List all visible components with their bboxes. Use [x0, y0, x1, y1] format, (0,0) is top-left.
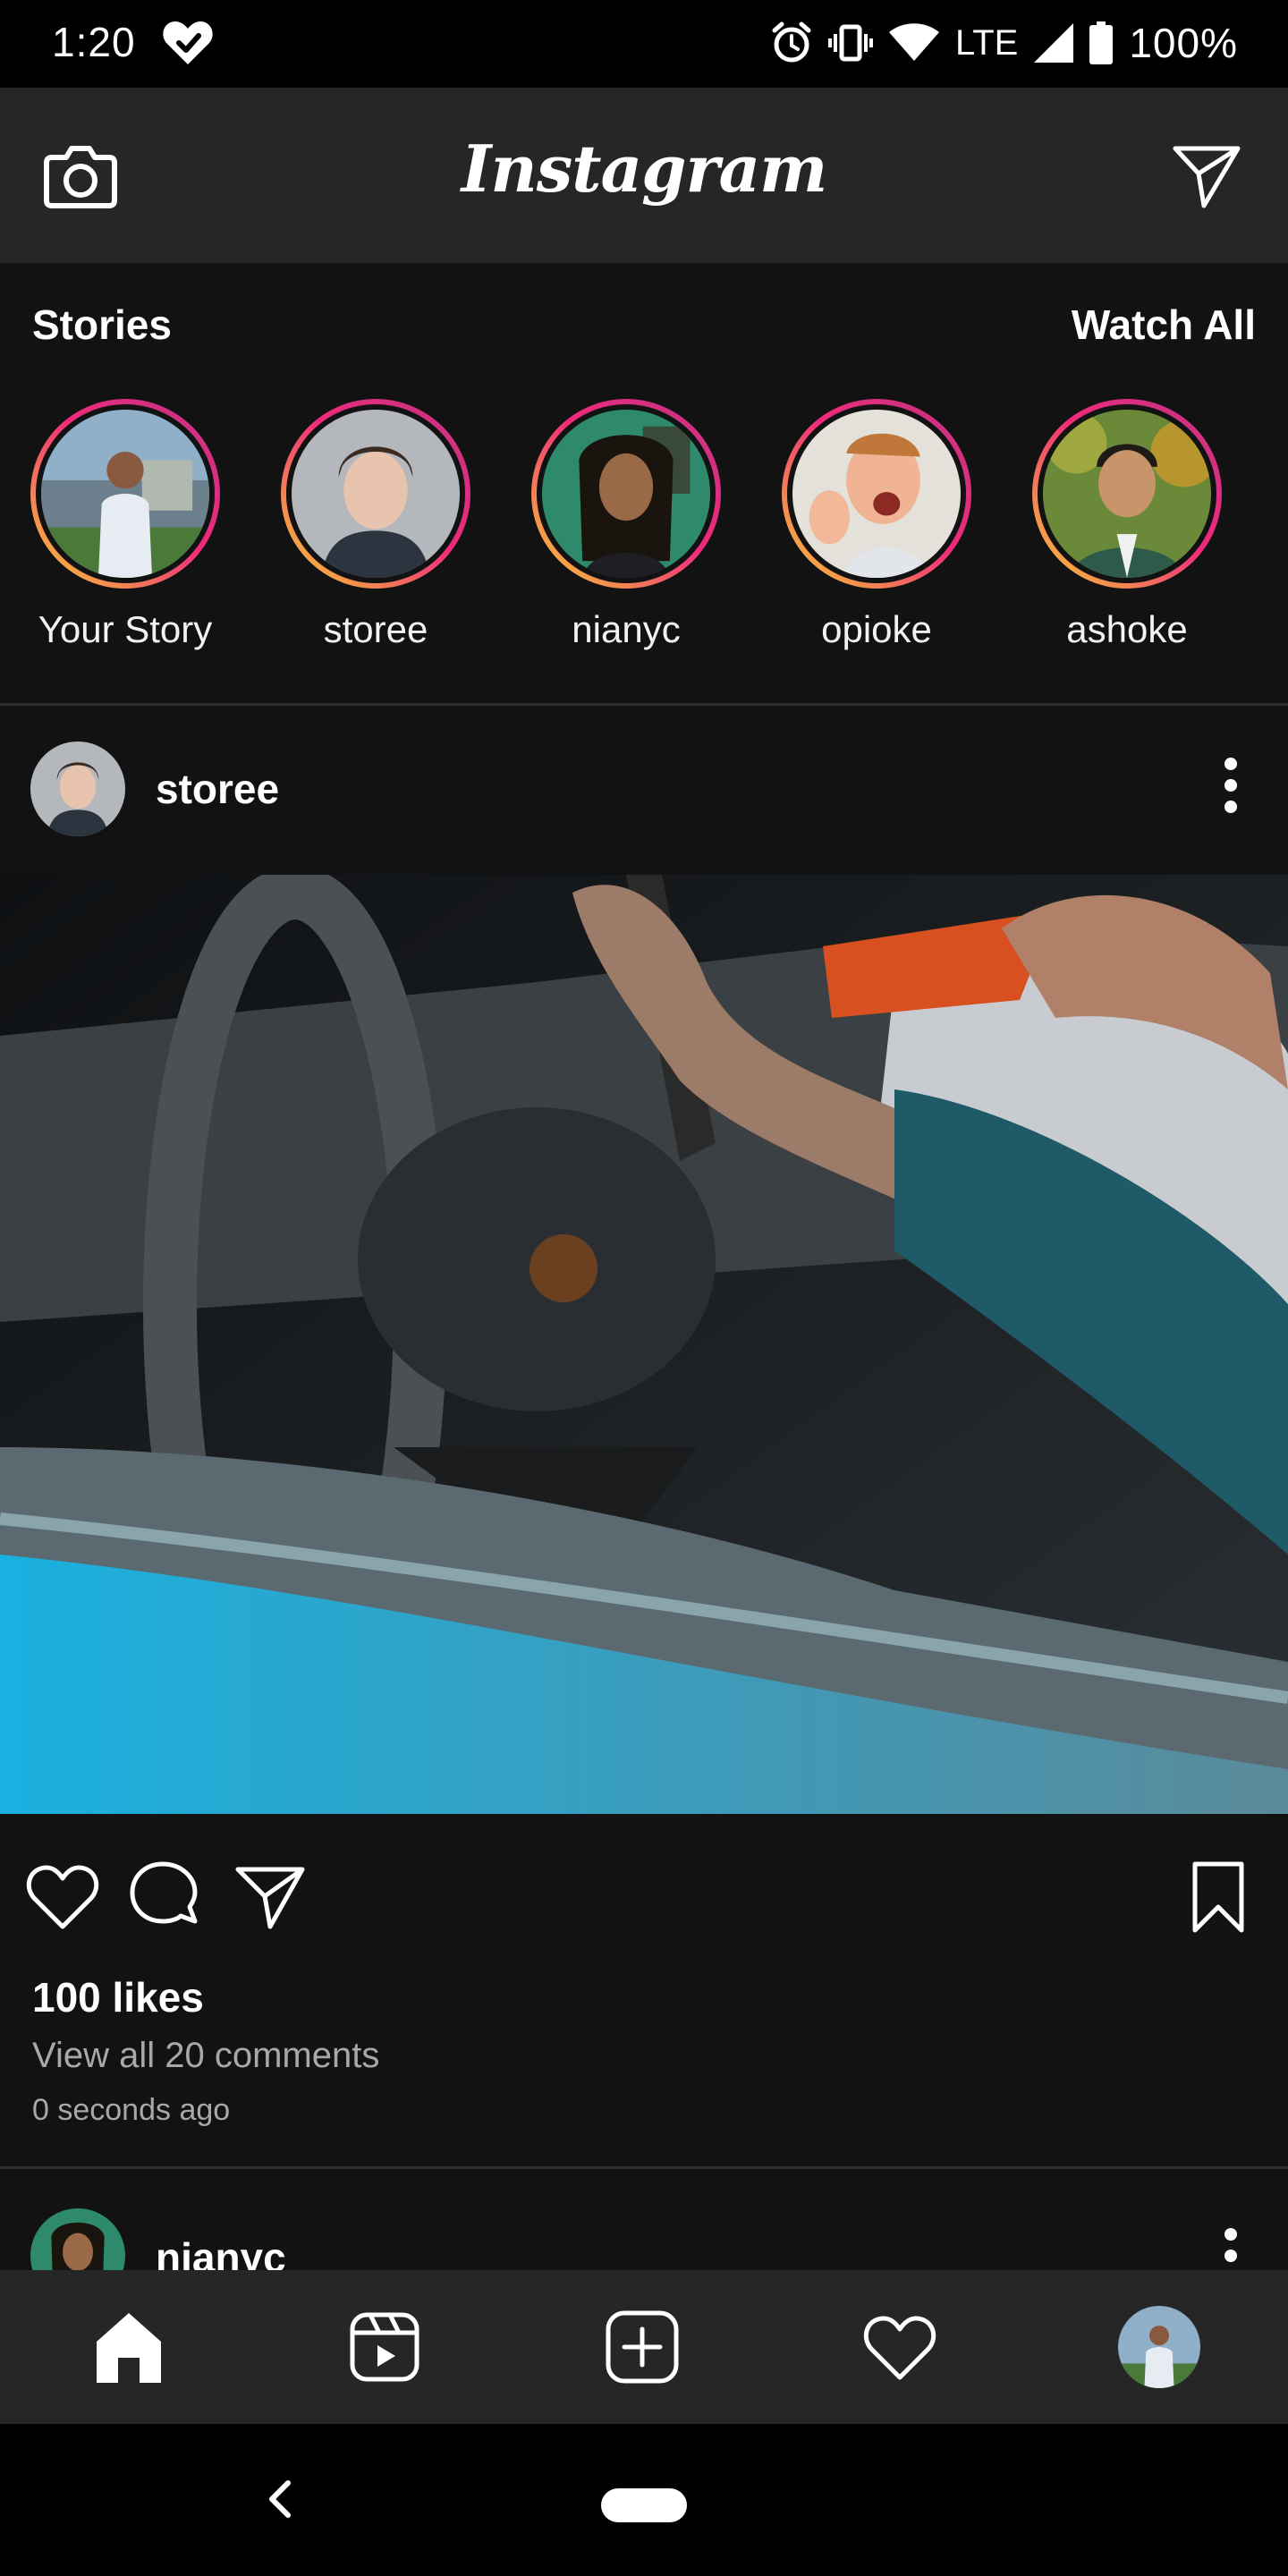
- story-avatar: [1043, 410, 1211, 578]
- status-time: 1:20: [52, 19, 136, 65]
- story-label: ashoke: [1066, 608, 1188, 650]
- post-actions: [0, 1814, 1288, 1984]
- network-type: LTE: [954, 22, 1019, 63]
- battery-icon: [1089, 21, 1114, 64]
- post-image[interactable]: [0, 875, 1288, 1814]
- view-comments-link[interactable]: View all 20 comments: [32, 2036, 379, 2076]
- story-label: opioke: [821, 608, 932, 650]
- story-label: Your Story: [38, 608, 213, 650]
- story-avatar: [41, 410, 209, 578]
- story-ashoke[interactable]: ashoke: [1020, 399, 1234, 651]
- vibrate-icon: [827, 24, 873, 62]
- story-avatar: [792, 410, 961, 578]
- heart-check-icon: [163, 21, 213, 64]
- app-logo: Instagram: [461, 131, 828, 207]
- battery-percent: 100%: [1129, 20, 1238, 66]
- more-options-icon[interactable]: [1222, 2228, 1240, 2270]
- stories-header: Stories Watch All: [0, 263, 1288, 379]
- likes-count[interactable]: 100 likes: [32, 1973, 204, 2021]
- post-username[interactable]: nianyc: [156, 2233, 286, 2270]
- send-icon[interactable]: [1172, 141, 1241, 211]
- like-icon[interactable]: [23, 1857, 102, 1936]
- bottom-navigation: [0, 2270, 1288, 2424]
- story-storee[interactable]: storee: [268, 399, 483, 651]
- status-bar: 1:20 LTE 100%: [0, 0, 1288, 88]
- bookmark-icon[interactable]: [1179, 1857, 1258, 1936]
- back-icon[interactable]: [261, 2474, 297, 2524]
- post-header: nianyc: [0, 2169, 1288, 2270]
- top-app-bar: Instagram: [0, 88, 1288, 263]
- new-post-icon[interactable]: [601, 2306, 683, 2388]
- watch-all-button[interactable]: Watch All: [1072, 301, 1256, 349]
- post-avatar[interactable]: [30, 741, 125, 836]
- story-avatar: [292, 410, 460, 578]
- post-header: storee: [0, 706, 1288, 876]
- wifi-icon: [888, 23, 939, 61]
- signal-icon: [1034, 23, 1074, 63]
- comment-icon[interactable]: [125, 1857, 204, 1936]
- profile-avatar[interactable]: [1118, 2306, 1200, 2388]
- stories-title: Stories: [32, 301, 172, 348]
- home-icon[interactable]: [88, 2306, 170, 2388]
- activity-icon[interactable]: [859, 2306, 941, 2388]
- reels-icon[interactable]: [343, 2306, 426, 2388]
- stories-row: Your Story storee nianyc opioke ashoke: [0, 399, 1288, 667]
- system-navigation-bar: [0, 2424, 1288, 2576]
- post-avatar[interactable]: [30, 2208, 125, 2270]
- post-timestamp: 0 seconds ago: [32, 2093, 231, 2127]
- story-opioke[interactable]: opioke: [769, 399, 984, 651]
- more-options-icon[interactable]: [1222, 758, 1240, 820]
- post-username[interactable]: storee: [156, 765, 279, 813]
- story-label: nianyc: [572, 608, 681, 650]
- story-label: storee: [323, 608, 428, 650]
- alarm-icon: [772, 21, 811, 63]
- home-pill[interactable]: [601, 2488, 687, 2522]
- story-your-story[interactable]: Your Story: [18, 399, 233, 651]
- story-avatar: [542, 410, 710, 578]
- share-icon[interactable]: [231, 1857, 309, 1936]
- story-nianyc[interactable]: nianyc: [519, 399, 733, 651]
